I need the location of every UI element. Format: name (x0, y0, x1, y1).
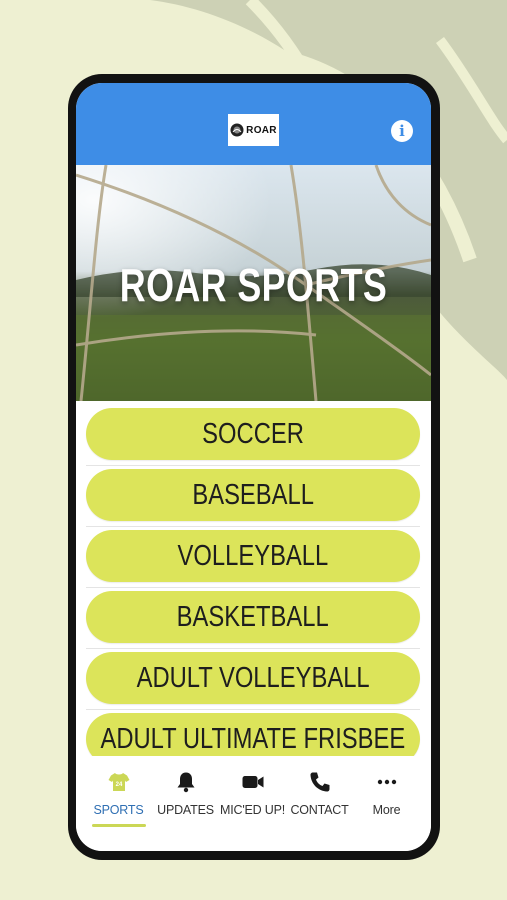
divider (86, 587, 420, 588)
sport-button-label: SOCCER (202, 417, 304, 450)
sport-button-adult-volleyball[interactable]: ADULT VOLLEYBALL (86, 652, 420, 704)
tab-label: MIC'ED UP! (220, 803, 285, 817)
app-header: ROAR i (76, 83, 431, 165)
svg-text:24: 24 (115, 782, 122, 788)
hero-title: ROAR SPORTS (119, 259, 388, 311)
bottom-tab-bar: 24 SPORTS UPDATES MIC'ED UP! CONTACT Mor… (76, 756, 431, 851)
shirt-icon: 24 (108, 773, 129, 791)
sport-button-volleyball[interactable]: VOLLEYBALL (86, 530, 420, 582)
sport-button-soccer[interactable]: SOCCER (86, 408, 420, 460)
divider (86, 465, 420, 466)
video-camera-icon (242, 776, 263, 788)
info-button[interactable]: i (391, 120, 413, 142)
sport-button-label: ADULT ULTIMATE FRISBEE (100, 722, 406, 755)
sports-list: SOCCER BASEBALL VOLLEYBALL BASKETBALL AD… (76, 401, 431, 756)
sport-button-label: BASKETBALL (176, 600, 330, 633)
sport-button-baseball[interactable]: BASEBALL (86, 469, 420, 521)
tab-sports[interactable]: 24 SPORTS (83, 770, 154, 830)
divider (86, 526, 420, 527)
bell-icon (177, 772, 194, 793)
sport-button-label: VOLLEYBALL (177, 539, 329, 572)
divider (86, 709, 420, 710)
tab-updates[interactable]: UPDATES (150, 770, 221, 830)
tab-more[interactable]: More (351, 770, 422, 830)
logo-text: ROAR (246, 124, 277, 136)
tab-label: More (372, 803, 401, 817)
tab-label: CONTACT (290, 803, 349, 817)
info-icon: i (399, 122, 405, 140)
active-tab-indicator (92, 824, 146, 827)
roar-logo: ROAR (228, 114, 279, 146)
sport-button-label: BASEBALL (192, 478, 314, 511)
roar-logo-icon (230, 123, 244, 137)
app-screen: ROAR i ROAR SPORTS SOCCER BASEBALL VOLLE… (76, 83, 431, 851)
tab-label: UPDATES (157, 803, 214, 817)
divider (86, 648, 420, 649)
sport-button-basketball[interactable]: BASKETBALL (86, 591, 420, 643)
more-dots-icon (377, 779, 396, 785)
sport-button-adult-ultimate-frisbee[interactable]: ADULT ULTIMATE FRISBEE (86, 713, 420, 756)
tab-miced-up[interactable]: MIC'ED UP! (217, 770, 288, 830)
phone-icon (310, 772, 329, 792)
sport-button-label: ADULT VOLLEYBALL (136, 661, 370, 694)
tab-label: SPORTS (93, 803, 144, 817)
hero-banner: ROAR SPORTS (76, 165, 431, 401)
tab-contact[interactable]: CONTACT (284, 770, 355, 830)
